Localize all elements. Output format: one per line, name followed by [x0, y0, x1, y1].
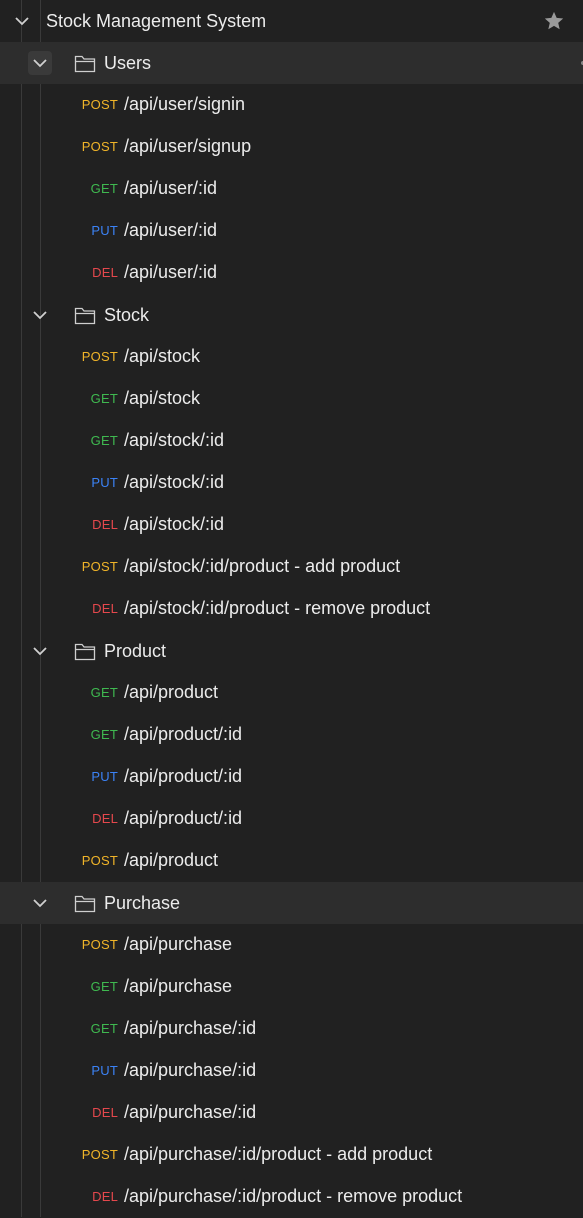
folder-icon [74, 53, 96, 73]
folder-label: Users [104, 52, 152, 73]
request-path: /api/product/:id [124, 766, 243, 786]
http-method-badge: GET [90, 685, 118, 700]
request-tree: Users POST /api/user/signin POST /api/us… [0, 42, 583, 1218]
chevron-down-icon[interactable] [28, 303, 52, 327]
chevron-down-icon[interactable] [28, 639, 52, 663]
folder-users[interactable]: Users [0, 42, 583, 84]
request-row[interactable]: POST /api/user/signup [0, 126, 583, 168]
request-row[interactable]: POST /api/user/signin [0, 84, 583, 126]
chevron-down-icon[interactable] [12, 11, 32, 31]
http-method-badge: GET [90, 181, 118, 196]
request-path: /api/stock [124, 346, 201, 366]
http-method-badge: POST [81, 349, 118, 364]
request-path: /api/purchase/:id/product - add product [124, 1144, 433, 1164]
http-method-badge: DEL [92, 1105, 118, 1120]
request-path: /api/product [124, 850, 219, 870]
http-method-badge: PUT [91, 223, 118, 238]
request-row[interactable]: GET /api/product/:id [0, 714, 583, 756]
request-path: /api/purchase/:id/product - remove produ… [124, 1186, 463, 1206]
folder-stock[interactable]: Stock [0, 294, 583, 336]
request-path: /api/purchase/:id [124, 1018, 257, 1038]
request-path: /api/stock/:id [124, 472, 225, 492]
folder-icon [74, 305, 96, 325]
request-row[interactable]: POST /api/stock/:id/product - add produc… [0, 546, 583, 588]
request-row[interactable]: DEL /api/stock/:id [0, 504, 583, 546]
request-path: /api/purchase [124, 976, 233, 996]
request-row[interactable]: GET /api/product [0, 672, 583, 714]
request-row[interactable]: POST /api/purchase/:id/product - add pro… [0, 1134, 583, 1176]
folder-product[interactable]: Product [0, 630, 583, 672]
request-path: /api/stock [124, 388, 201, 408]
http-method-badge: PUT [91, 1063, 118, 1078]
http-method-badge: POST [81, 853, 118, 868]
chevron-down-icon[interactable] [28, 891, 52, 915]
request-path: /api/purchase [124, 934, 233, 954]
http-method-badge: POST [81, 1147, 118, 1162]
request-row[interactable]: PUT /api/user/:id [0, 210, 583, 252]
request-row[interactable]: DEL /api/purchase/:id [0, 1092, 583, 1134]
folder-label: Product [104, 640, 167, 661]
collection-header[interactable]: Stock Management System [0, 0, 583, 42]
http-method-badge: GET [90, 391, 118, 406]
request-row[interactable]: POST /api/product [0, 840, 583, 882]
request-path: /api/product/:id [124, 724, 243, 744]
request-path: /api/user/signin [124, 94, 246, 114]
more-options-icon[interactable] [577, 56, 583, 68]
request-path: /api/user/:id [124, 262, 218, 282]
http-method-badge: PUT [91, 769, 118, 784]
http-method-badge: DEL [92, 811, 118, 826]
request-row[interactable]: POST /api/stock [0, 336, 583, 378]
request-path: /api/product/:id [124, 808, 243, 828]
folder-icon [74, 893, 96, 913]
http-method-badge: POST [81, 559, 118, 574]
folder-purchase[interactable]: Purchase [0, 882, 583, 924]
request-row[interactable]: POST /api/purchase [0, 924, 583, 966]
folder-label: Purchase [104, 892, 181, 913]
http-method-badge: POST [81, 139, 118, 154]
chevron-down-icon[interactable] [28, 51, 52, 75]
request-path: /api/user/:id [124, 178, 218, 198]
http-method-badge: DEL [92, 601, 118, 616]
request-row[interactable]: GET /api/user/:id [0, 168, 583, 210]
request-row[interactable]: PUT /api/purchase/:id [0, 1050, 583, 1092]
request-path: /api/user/signup [124, 136, 252, 156]
request-path: /api/purchase/:id [124, 1102, 257, 1122]
star-icon[interactable] [543, 10, 565, 32]
folder-label: Stock [104, 304, 150, 325]
request-row[interactable]: GET /api/purchase/:id [0, 1008, 583, 1050]
http-method-badge: PUT [91, 475, 118, 490]
request-row[interactable]: GET /api/stock [0, 378, 583, 420]
request-row[interactable]: GET /api/stock/:id [0, 420, 583, 462]
request-row[interactable]: DEL /api/stock/:id/product - remove prod… [0, 588, 583, 630]
request-path: /api/stock/:id [124, 514, 225, 534]
request-path: /api/stock/:id/product - add product [124, 556, 401, 576]
request-row[interactable]: DEL /api/user/:id [0, 252, 583, 294]
folder-icon [74, 641, 96, 661]
request-path: /api/stock/:id/product - remove product [124, 598, 431, 618]
http-method-badge: GET [90, 979, 118, 994]
request-row[interactable]: PUT /api/product/:id [0, 756, 583, 798]
http-method-badge: GET [90, 727, 118, 742]
http-method-badge: GET [90, 1021, 118, 1036]
request-row[interactable]: DEL /api/purchase/:id/product - remove p… [0, 1176, 583, 1218]
request-row[interactable]: PUT /api/stock/:id [0, 462, 583, 504]
request-path: /api/purchase/:id [124, 1060, 257, 1080]
request-row[interactable]: GET /api/purchase [0, 966, 583, 1008]
request-path: /api/stock/:id [124, 430, 225, 450]
collection-title: Stock Management System [46, 10, 267, 31]
http-method-badge: POST [81, 937, 118, 952]
http-method-badge: DEL [92, 265, 118, 280]
request-path: /api/user/:id [124, 220, 218, 240]
request-row[interactable]: DEL /api/product/:id [0, 798, 583, 840]
http-method-badge: POST [81, 97, 118, 112]
http-method-badge: DEL [92, 1189, 118, 1204]
http-method-badge: GET [90, 433, 118, 448]
http-method-badge: DEL [92, 517, 118, 532]
request-path: /api/product [124, 682, 219, 702]
